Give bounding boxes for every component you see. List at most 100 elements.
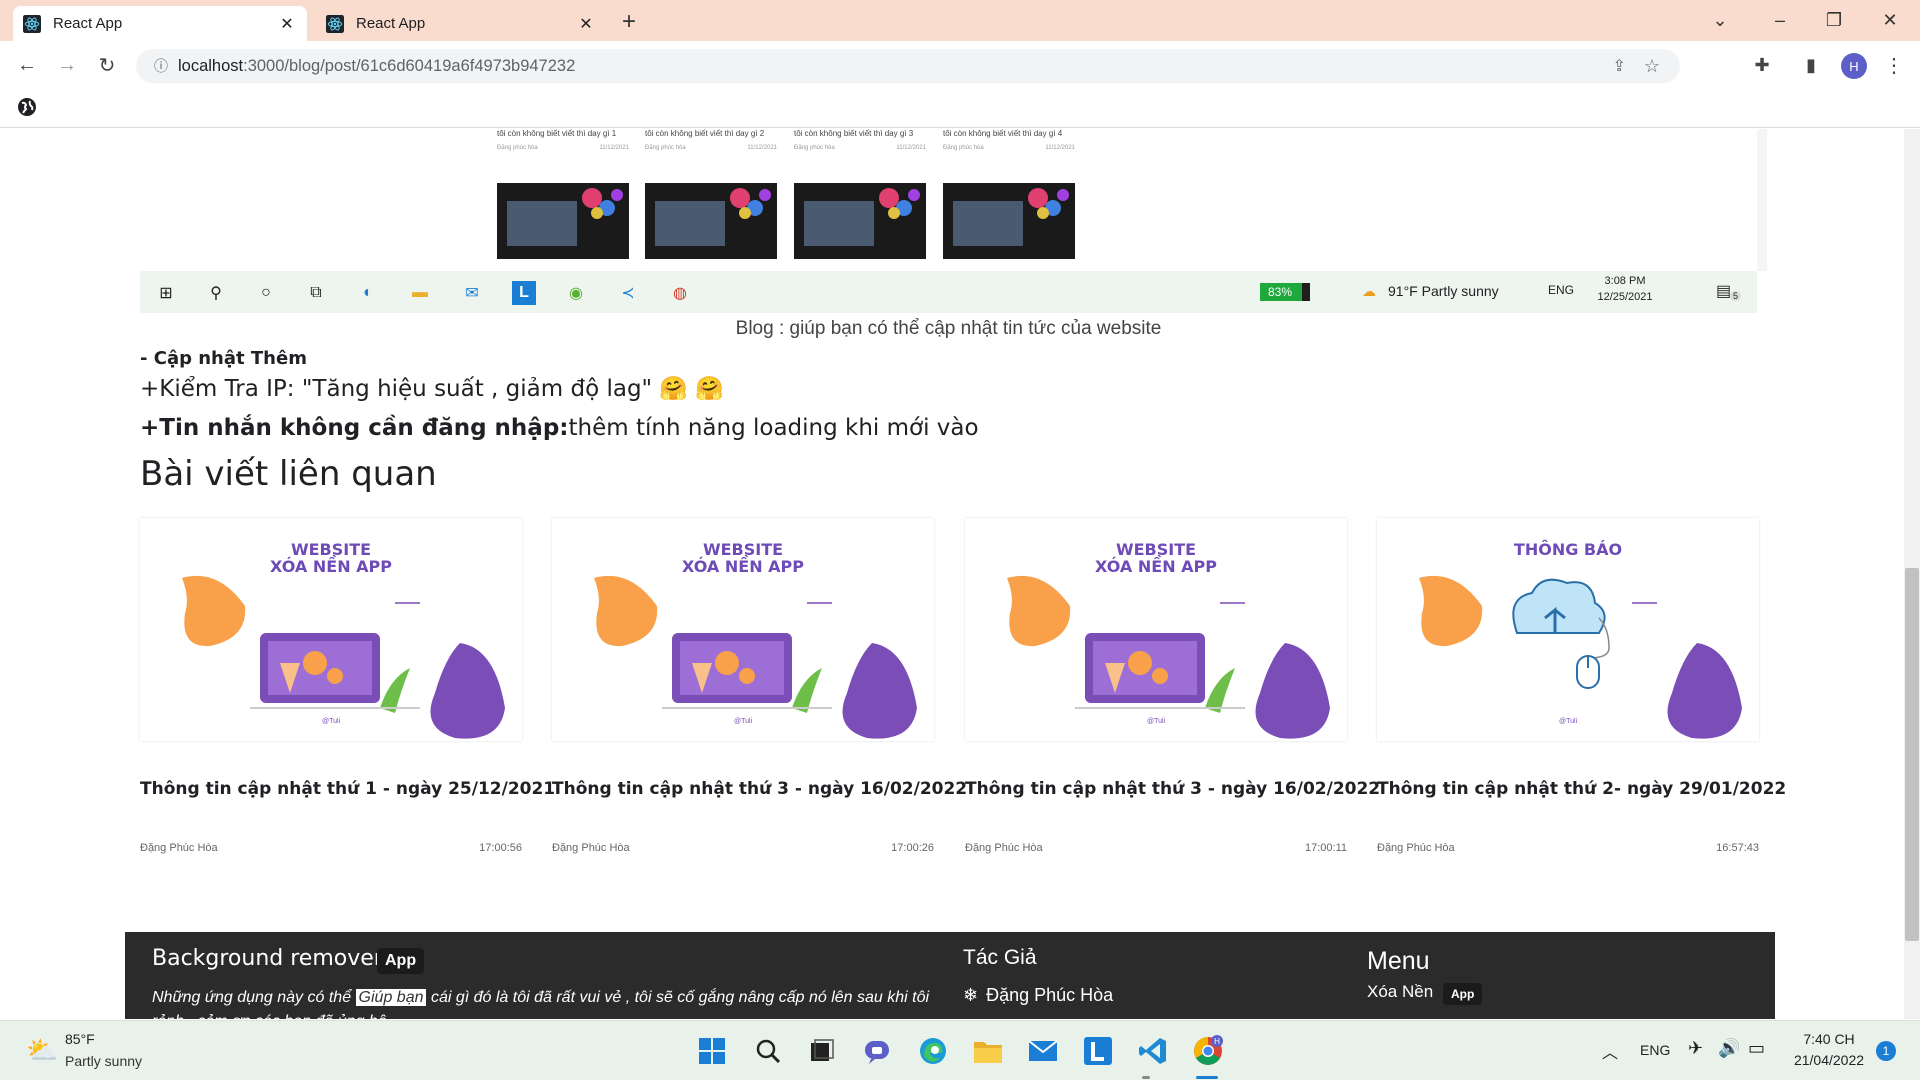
file-explorer-icon[interactable]	[968, 1033, 1008, 1069]
laptop-photo	[645, 183, 777, 259]
card-title[interactable]: Thông tin cập nhật thứ 3 - ngày 16/02/20…	[552, 779, 967, 799]
svg-text:H: H	[1214, 1037, 1220, 1046]
related-card[interactable]: WEBSITE XÓA NỀN APP @Tuli Thông tin cập …	[552, 518, 967, 854]
vscode-icon[interactable]	[1133, 1033, 1173, 1069]
update-line-ip: +Kiểm Tra IP: "Tăng hiệu suất , giảm độ …	[140, 376, 725, 402]
embedded-weather: 91°F Partly sunny	[1388, 283, 1499, 299]
mail-icon[interactable]	[1023, 1033, 1063, 1069]
card-title[interactable]: Thông tin cập nhật thứ 3 - ngày 16/02/20…	[965, 779, 1380, 799]
close-tab-icon[interactable]: ✕	[277, 14, 297, 34]
app-l-icon[interactable]	[1078, 1033, 1118, 1069]
footer-author[interactable]: ❄ Đặng Phúc Hòa	[963, 985, 1113, 1006]
new-tab-button[interactable]: +	[622, 8, 636, 36]
embedded-post-author: Đặng phúc hòa	[497, 145, 538, 151]
volume-icon[interactable]: 🔊	[1718, 1038, 1740, 1059]
bookmark-star-icon[interactable]: ☆	[1644, 56, 1660, 77]
battery-icon[interactable]: ▭	[1748, 1038, 1765, 1059]
share-icon[interactable]: ⇪	[1612, 56, 1625, 76]
url-path: :3000/blog/post/61c6d60419a6f4973b947232	[243, 56, 576, 75]
embedded-post-card: tôi còn không biết viết thì day gì 1 Đặn…	[497, 129, 629, 271]
embedded-taskbar: ⊞ ⚲ ○ ⧉ ◐ ▬ ✉ L ◉ ≺ ◍ 83% ☁ 91°F Partly …	[140, 271, 1757, 313]
forward-icon[interactable]: →	[49, 47, 85, 83]
card-thumbnail[interactable]: THÔNG BÁO @Tuli	[1377, 518, 1759, 741]
card-time: 16:57:43	[1716, 842, 1759, 854]
card-title[interactable]: Thông tin cập nhật thứ 1 - ngày 25/12/20…	[140, 779, 555, 799]
side-panel-icon[interactable]: ▮	[1793, 47, 1829, 83]
footer-desc-before: Những ứng dụng này có thể	[152, 989, 352, 1006]
weather-temp[interactable]: 85°F	[65, 1031, 95, 1047]
profile-avatar[interactable]: H	[1841, 53, 1867, 79]
related-heading: Bài viết liên quan	[140, 454, 437, 494]
back-icon[interactable]: ←	[9, 47, 45, 83]
mail-icon: ✉	[465, 285, 479, 302]
notification-badge[interactable]: 1	[1876, 1041, 1896, 1061]
card-author: Đặng Phúc Hòa	[140, 842, 218, 854]
embedded-post-date: 11/12/2021	[599, 145, 629, 151]
card-author: Đặng Phúc Hòa	[1377, 842, 1455, 854]
related-card[interactable]: WEBSITE XÓA NỀN APP @Tuli Thông tin cập …	[140, 518, 555, 854]
embedded-post-card: tôi còn không biết viết thì day gì 2 Đặn…	[645, 129, 777, 271]
card-thumbnail[interactable]: WEBSITE XÓA NỀN APP @Tuli	[140, 518, 522, 741]
menu-kebab-icon[interactable]: ⋮	[1876, 47, 1912, 83]
bookmarks-bar	[0, 89, 1920, 128]
card-title[interactable]: Thông tin cập nhật thứ 2- ngày 29/01/202…	[1377, 779, 1786, 799]
task-view-icon[interactable]	[802, 1033, 842, 1069]
clock-date[interactable]: 21/04/2022	[1784, 1052, 1874, 1068]
edge-icon[interactable]	[913, 1033, 953, 1069]
close-tab-icon[interactable]: ✕	[576, 14, 596, 34]
embedded-time: 3:08 PM	[1604, 275, 1646, 287]
laptop-photo	[794, 183, 926, 259]
laptop-photo	[497, 183, 629, 259]
edge-icon: ◐	[363, 284, 373, 301]
extensions-icon[interactable]: ✚	[1744, 47, 1780, 83]
folder-icon: ▬	[412, 284, 428, 301]
info-icon[interactable]: ⓘ	[144, 56, 178, 76]
footer-menu-badge: App	[1443, 983, 1483, 1005]
embedded-post-card: tôi còn không biết viết thì day gì 3 Đặn…	[794, 129, 926, 271]
weather-icon[interactable]: ⛅	[26, 1035, 58, 1066]
embedded-post-title: tôi còn không biết viết thì day gì 2	[645, 129, 765, 138]
page-content: tôi còn không biết viết thì day gì 1 Đặn…	[0, 129, 1904, 1019]
tab-title: React App	[356, 15, 426, 32]
related-card[interactable]: THÔNG BÁO @Tuli Thông tin cập nhật thứ 2…	[1377, 518, 1786, 854]
restore-button[interactable]: ❐	[1804, 0, 1864, 41]
footer-menu-item[interactable]: Xóa Nền	[1367, 982, 1433, 1002]
thumbnail-watermark: @Tuli	[734, 718, 753, 725]
globe-icon[interactable]	[18, 98, 36, 116]
footer-menu-heading: Menu	[1367, 947, 1430, 975]
card-thumbnail[interactable]: WEBSITE XÓA NỀN APP @Tuli	[965, 518, 1347, 741]
tab-search-icon[interactable]: ⌄	[1690, 0, 1750, 41]
windows-start-icon[interactable]	[692, 1033, 732, 1069]
weather-desc[interactable]: Partly sunny	[65, 1053, 142, 1069]
search-icon[interactable]	[748, 1033, 788, 1069]
clock-time[interactable]: 7:40 CH	[1784, 1031, 1874, 1047]
address-bar[interactable]: ⓘ localhost:3000/blog/post/61c6d60419a6f…	[136, 49, 1680, 83]
embedded-post-title: tôi còn không biết viết thì day gì 1	[497, 129, 617, 138]
embedded-post-author: Đặng phúc hòa	[943, 145, 984, 151]
related-card[interactable]: WEBSITE XÓA NỀN APP @Tuli Thông tin cập …	[965, 518, 1380, 854]
embedded-post-author: Đặng phúc hòa	[794, 145, 835, 151]
card-thumbnail[interactable]: WEBSITE XÓA NỀN APP @Tuli	[552, 518, 934, 741]
cortana-icon: ○	[261, 284, 271, 301]
battery-indicator: 83%	[1260, 283, 1310, 301]
reload-icon[interactable]: ↻	[89, 47, 125, 83]
chrome-icon[interactable]: H	[1188, 1033, 1228, 1069]
tab-active[interactable]: React App ✕	[13, 6, 307, 41]
embedded-date: 12/25/2021	[1597, 291, 1653, 303]
battery-fill: 83%	[1260, 283, 1302, 301]
update-line-message: +Tin nhắn không cần đăng nhập:thêm tính …	[140, 415, 979, 441]
chevron-up-icon[interactable]: ︿	[1602, 1039, 1618, 1063]
input-language[interactable]: ENG	[1640, 1042, 1670, 1058]
update-line-bold: +Tin nhắn không cần đăng nhập:	[140, 415, 569, 441]
close-window-button[interactable]: ✕	[1860, 0, 1920, 41]
search-icon: ⚲	[210, 285, 222, 302]
notification-count: 5	[1730, 291, 1742, 301]
minimize-button[interactable]: –	[1750, 0, 1810, 41]
tab-inactive[interactable]: React App ✕	[316, 6, 606, 41]
footer-desc-highlight: Giúp bạn	[355, 989, 427, 1006]
airplane-icon[interactable]: ✈	[1688, 1038, 1703, 1059]
url-host: localhost	[178, 56, 244, 75]
teams-chat-icon[interactable]	[857, 1033, 897, 1069]
embedded-post-author: Đặng phúc hòa	[645, 145, 686, 151]
scrollbar-thumb[interactable]	[1905, 568, 1919, 941]
